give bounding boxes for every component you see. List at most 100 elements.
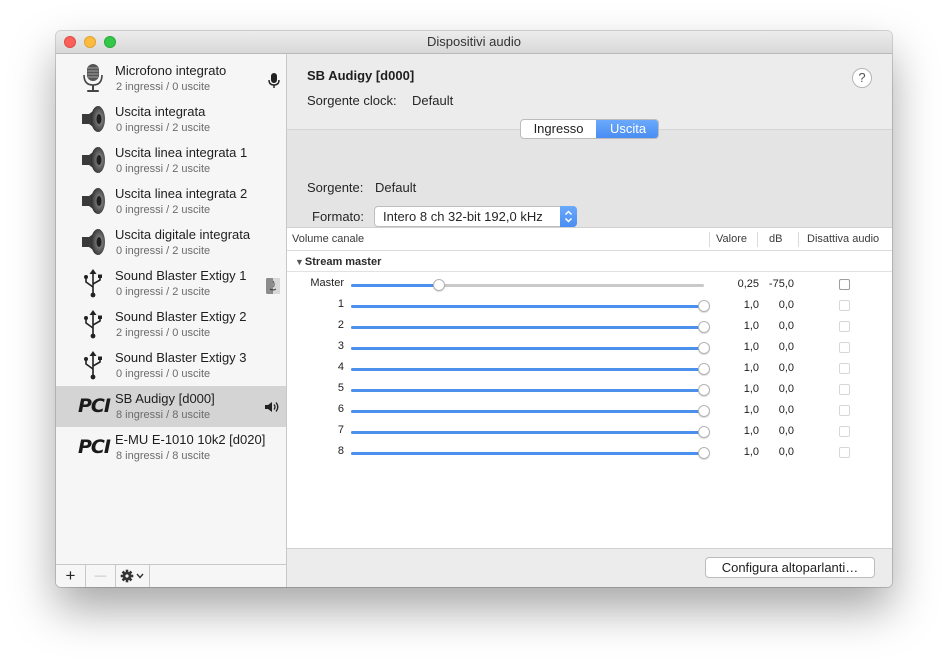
clock-source-label: Sorgente clock: bbox=[307, 93, 397, 108]
channel-row: 5 1,0 0,0 bbox=[287, 379, 892, 400]
format-select[interactable]: Intero 8 ch 32-bit 192,0 kHz bbox=[374, 206, 577, 227]
device-name: Uscita linea integrata 1 bbox=[115, 145, 248, 160]
device-item[interactable]: Microfono integrato 2 ingressi / 0 uscite bbox=[56, 58, 286, 99]
mute-checkbox bbox=[839, 426, 850, 437]
title-bar[interactable]: Dispositivi audio bbox=[56, 31, 892, 54]
clock-source-value[interactable]: Default bbox=[412, 93, 453, 108]
volume-value: 1,0 bbox=[743, 446, 759, 458]
device-channels: 2 ingressi / 0 uscite bbox=[116, 81, 211, 93]
device-item[interactable]: Sound Blaster Extigy 3 0 ingressi / 0 usc… bbox=[56, 345, 286, 386]
zoom-button[interactable] bbox=[104, 36, 116, 48]
column-divider bbox=[798, 232, 799, 247]
gear-menu-button[interactable] bbox=[116, 565, 150, 587]
device-name: Uscita integrata bbox=[115, 104, 206, 119]
configure-speakers-button[interactable]: Configura altoparlanti… bbox=[705, 557, 875, 578]
channel-row: 1 1,0 0,0 bbox=[287, 295, 892, 316]
column-header-db[interactable]: dB bbox=[769, 228, 782, 250]
channel-label: 3 bbox=[337, 340, 344, 352]
device-item[interactable]: PCI SB Audigy [d000] 8 ingressi / 8 uscite bbox=[56, 386, 286, 427]
disclosure-triangle-icon[interactable]: ▼ bbox=[295, 257, 304, 267]
volume-value: 1,0 bbox=[743, 404, 759, 416]
mic-badge-icon bbox=[268, 73, 280, 92]
volume-slider[interactable] bbox=[351, 342, 710, 354]
device-name: Sound Blaster Extigy 3 bbox=[115, 350, 247, 365]
usb-icon bbox=[78, 267, 108, 299]
column-header-volume[interactable]: Volume canale bbox=[292, 228, 364, 250]
help-button[interactable]: ? bbox=[852, 68, 872, 88]
format-label: Formato: bbox=[312, 209, 365, 224]
mute-checkbox bbox=[839, 447, 850, 458]
bottom-bar: Configura altoparlanti… bbox=[287, 548, 892, 587]
slider-fill bbox=[351, 347, 704, 350]
close-button[interactable] bbox=[64, 36, 76, 48]
mute-checkbox[interactable] bbox=[839, 279, 850, 290]
source-value[interactable]: Default bbox=[375, 180, 416, 195]
divider bbox=[287, 271, 892, 272]
channel-row: 7 1,0 0,0 bbox=[287, 421, 892, 442]
volume-db: -75,0 bbox=[768, 278, 794, 290]
audio-devices-window: Dispositivi audio Microfono integrato 2 i… bbox=[56, 31, 892, 587]
device-item[interactable]: Uscita linea integrata 1 0 ingressi / 2 u… bbox=[56, 140, 286, 181]
volume-slider[interactable] bbox=[351, 426, 710, 438]
device-name: Uscita linea integrata 2 bbox=[115, 186, 248, 201]
window-title: Dispositivi audio bbox=[427, 34, 521, 49]
device-item[interactable]: PCI E-MU E-1010 10k2 [d020] 8 ingressi / 8… bbox=[56, 427, 286, 468]
channel-row: Master 0,25 -75,0 bbox=[287, 274, 892, 295]
mute-checkbox bbox=[839, 300, 850, 311]
channel-row: 8 1,0 0,0 bbox=[287, 442, 892, 463]
device-list[interactable]: Microfono integrato 2 ingressi / 0 uscite… bbox=[56, 54, 287, 587]
volume-db: 0,0 bbox=[778, 320, 794, 332]
volume-db: 0,0 bbox=[778, 425, 794, 437]
input-output-tabs[interactable]: Ingresso Uscita bbox=[520, 119, 659, 139]
source-label: Sorgente: bbox=[307, 180, 364, 195]
channel-row: 2 1,0 0,0 bbox=[287, 316, 892, 337]
remove-device-button[interactable]: — bbox=[86, 565, 116, 587]
device-item[interactable]: Uscita integrata 0 ingressi / 2 uscite bbox=[56, 99, 286, 140]
channel-label: 7 bbox=[337, 424, 344, 436]
group-row-stream-master[interactable]: ▼Stream master bbox=[295, 256, 381, 268]
device-item[interactable]: Sound Blaster Extigy 1 0 ingressi / 2 usc… bbox=[56, 263, 286, 304]
slider-fill bbox=[351, 389, 704, 392]
pci-icon: PCI bbox=[78, 395, 111, 417]
mute-checkbox bbox=[839, 384, 850, 395]
tab-uscita[interactable]: Uscita bbox=[596, 120, 658, 138]
device-channels: 0 ingressi / 2 uscite bbox=[116, 163, 211, 175]
add-device-button[interactable]: + bbox=[56, 565, 86, 587]
speaker-icon bbox=[78, 103, 108, 135]
slider-knob[interactable] bbox=[433, 279, 445, 291]
header-divider bbox=[287, 250, 892, 251]
device-detail-panel: SB Audigy [d000] Sorgente clock: Default… bbox=[287, 54, 892, 587]
device-channels: 0 ingressi / 2 uscite bbox=[116, 286, 211, 298]
device-item[interactable]: Sound Blaster Extigy 2 2 ingressi / 0 usc… bbox=[56, 304, 286, 345]
gear-icon bbox=[120, 569, 144, 583]
device-name: Microfono integrato bbox=[115, 63, 227, 78]
volume-slider[interactable] bbox=[351, 321, 710, 333]
volume-value: 1,0 bbox=[743, 341, 759, 353]
volume-slider[interactable] bbox=[351, 363, 710, 375]
device-name: E-MU E-1010 10k2 [d020] bbox=[115, 432, 266, 447]
column-divider bbox=[757, 232, 758, 247]
device-channels: 0 ingressi / 2 uscite bbox=[116, 245, 211, 257]
volume-slider[interactable] bbox=[351, 279, 704, 291]
device-item[interactable]: Uscita linea integrata 2 0 ingressi / 2 u… bbox=[56, 181, 286, 222]
volume-slider[interactable] bbox=[351, 405, 710, 417]
minimize-button[interactable] bbox=[84, 36, 96, 48]
column-header-value[interactable]: Valore bbox=[716, 228, 747, 250]
chevron-updown-icon bbox=[560, 206, 577, 227]
volume-slider[interactable] bbox=[351, 447, 710, 459]
channel-row: 6 1,0 0,0 bbox=[287, 400, 892, 421]
device-name: SB Audigy [d000] bbox=[115, 391, 215, 406]
volume-slider[interactable] bbox=[351, 300, 710, 312]
channel-label: 8 bbox=[337, 445, 344, 457]
channel-volume-table: Volume canale Valore dB Disattiva audio … bbox=[287, 227, 892, 573]
device-name: Sound Blaster Extigy 1 bbox=[115, 268, 247, 283]
device-item[interactable]: Uscita digitale integrata 0 ingressi / 2 … bbox=[56, 222, 286, 263]
volume-slider[interactable] bbox=[351, 384, 710, 396]
column-header-mute[interactable]: Disattiva audio bbox=[807, 228, 879, 250]
speaker-icon bbox=[78, 226, 108, 258]
slider-fill bbox=[351, 452, 704, 455]
tab-ingresso[interactable]: Ingresso bbox=[521, 120, 597, 138]
volume-db: 0,0 bbox=[778, 404, 794, 416]
channel-row: 4 1,0 0,0 bbox=[287, 358, 892, 379]
volume-db: 0,0 bbox=[778, 341, 794, 353]
